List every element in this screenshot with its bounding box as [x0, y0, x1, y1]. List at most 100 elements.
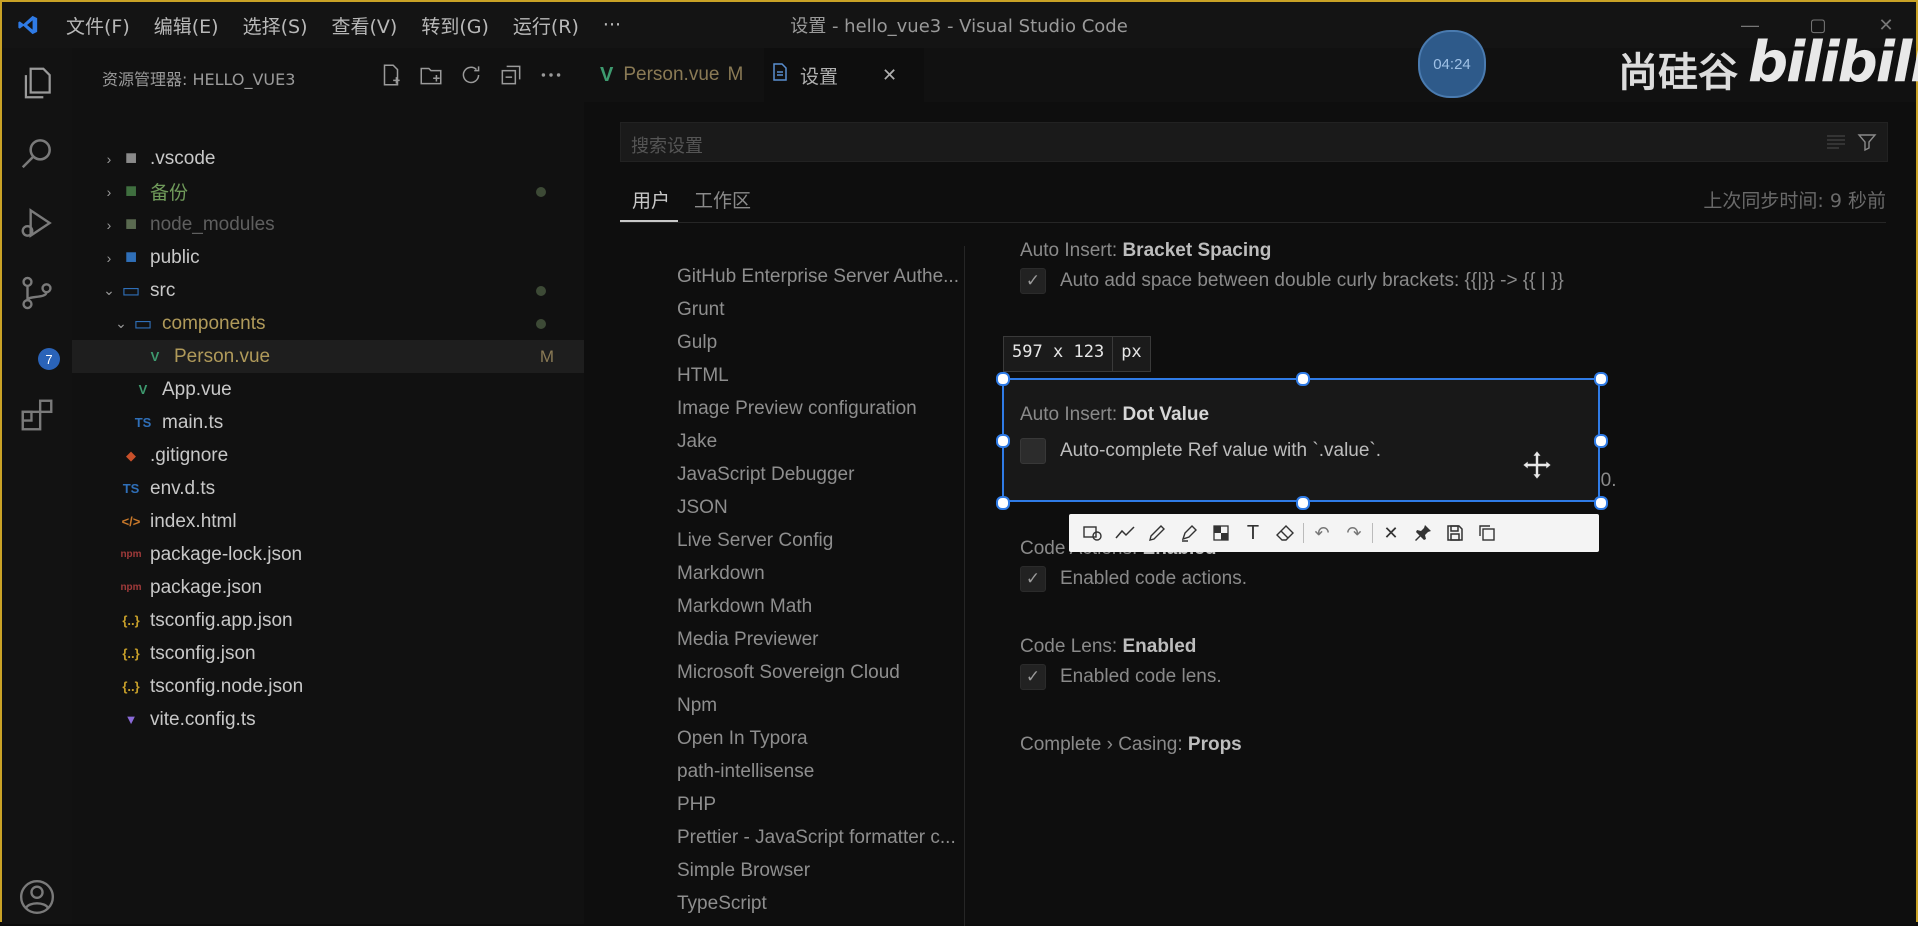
toc-item[interactable]: Live Server Config [677, 530, 967, 552]
tree-item[interactable]: TS env.d.ts [72, 472, 584, 505]
resize-handle[interactable] [1296, 496, 1310, 510]
tree-item[interactable]: npm package.json [72, 571, 584, 604]
setting-checkbox[interactable]: ✓ [1020, 664, 1046, 690]
more-actions-icon[interactable] [538, 62, 564, 88]
resize-handle[interactable] [1594, 434, 1608, 448]
explorer-header: 资源管理器: HELLO_VUE3 [102, 70, 296, 89]
tree-item[interactable]: TS main.ts [72, 406, 584, 439]
resize-handle[interactable] [1594, 372, 1608, 386]
toc-item[interactable]: Jake [677, 431, 967, 453]
tab-settings[interactable]: 设置 ✕ [764, 48, 924, 102]
search-icon[interactable] [18, 134, 56, 172]
resize-handle[interactable] [996, 496, 1010, 510]
pin-icon[interactable] [1407, 517, 1439, 549]
toc-item[interactable]: Grunt [677, 299, 967, 321]
scope-tab-user[interactable]: 用户 [632, 186, 670, 213]
typescript-file-icon: TS [122, 481, 140, 496]
tree-item-label: package-lock.json [150, 543, 303, 565]
resize-handle[interactable] [996, 434, 1010, 448]
menu-file[interactable]: 文件(F) [66, 12, 130, 39]
toc-item[interactable]: Media Previewer [677, 629, 967, 651]
run-debug-icon[interactable] [18, 204, 56, 242]
account-icon[interactable] [18, 878, 56, 916]
toc-item[interactable]: path-intellisense [677, 761, 967, 783]
tab-close-icon[interactable]: ✕ [882, 65, 897, 86]
highlighter-tool-icon[interactable] [1173, 517, 1205, 549]
tree-item-label: App.vue [162, 378, 232, 400]
tree-item[interactable]: {..} tsconfig.app.json [72, 604, 584, 637]
clear-filter-icon[interactable] [1825, 133, 1847, 151]
setting-checkbox[interactable]: ✓ [1020, 566, 1046, 592]
pencil-tool-icon[interactable] [1141, 517, 1173, 549]
toc-item[interactable]: Markdown [677, 563, 967, 585]
source-control-icon[interactable] [18, 274, 56, 312]
tree-item[interactable]: ⌄ ▭ src [72, 274, 584, 307]
capture-selection-box[interactable]: Auto Insert: Dot Value Auto-complete Ref… [1002, 378, 1600, 502]
toc-item[interactable]: JSON [677, 497, 967, 519]
tree-item[interactable]: {..} tsconfig.json [72, 637, 584, 670]
toc-item[interactable]: GitHub Enterprise Server Authe... [677, 266, 967, 288]
recording-timer: 04:24 [1418, 30, 1486, 98]
menu-edit[interactable]: 编辑(E) [154, 12, 219, 39]
redo-icon[interactable]: ↷ [1338, 517, 1370, 549]
tree-item[interactable]: › ■ node_modules [72, 208, 584, 241]
new-folder-icon[interactable] [418, 62, 444, 88]
toc-item[interactable]: Markdown Math [677, 596, 967, 618]
menu-run[interactable]: 运行(R) [513, 12, 579, 39]
extensions-icon[interactable] [18, 396, 56, 434]
shape-tool-icon[interactable] [1077, 517, 1109, 549]
tree-item[interactable]: › ■ .vscode [72, 142, 584, 175]
scope-tab-workspace[interactable]: 工作区 [694, 186, 751, 213]
toc-item[interactable]: Gulp [677, 332, 967, 354]
setting-checkbox[interactable]: ✓ [1020, 268, 1046, 294]
chevron-down-icon: ⌄ [103, 282, 115, 298]
menu-selection[interactable]: 选择(S) [243, 12, 308, 39]
new-file-icon[interactable] [378, 62, 404, 88]
tree-item[interactable]: npm package-lock.json [72, 538, 584, 571]
text-tool-icon[interactable]: T [1237, 517, 1269, 549]
tree-item-label: .gitignore [150, 444, 229, 466]
toc-item[interactable]: TypeScript [677, 893, 967, 915]
filter-icon[interactable] [1857, 132, 1877, 152]
tree-item[interactable]: ▼ vite.config.ts [72, 703, 584, 736]
tree-item[interactable]: › ■ 备份 [72, 175, 584, 208]
tab-person-vue[interactable]: V Person.vue M [600, 48, 750, 102]
tree-item[interactable]: ⌄ ▭ components [72, 307, 584, 340]
tree-item[interactable]: ◆ .gitignore [72, 439, 584, 472]
dot-value-checkbox[interactable] [1020, 438, 1046, 464]
typescript-file-icon: TS [134, 415, 152, 430]
tree-item[interactable]: V App.vue [72, 373, 584, 406]
tree-item[interactable]: {..} tsconfig.node.json [72, 670, 584, 703]
cancel-capture-icon[interactable]: ✕ [1375, 517, 1407, 549]
eraser-tool-icon[interactable] [1269, 517, 1301, 549]
tree-item[interactable]: › ■ public [72, 241, 584, 274]
save-icon[interactable] [1439, 517, 1471, 549]
tree-item[interactable]: V Person.vue M [72, 340, 584, 373]
menu-go[interactable]: 转到(G) [421, 12, 489, 39]
toc-item[interactable]: Open In Typora [677, 728, 967, 750]
explorer-icon[interactable] [18, 64, 56, 102]
toc-item[interactable]: JavaScript Debugger [677, 464, 967, 486]
settings-search-input[interactable]: 搜索设置 [620, 122, 1888, 162]
refresh-icon[interactable] [458, 62, 484, 88]
resize-handle[interactable] [996, 372, 1010, 386]
toc-item[interactable]: Image Preview configuration [677, 398, 967, 420]
tree-item-label: .vscode [150, 147, 216, 169]
toc-item[interactable]: PHP [677, 794, 967, 816]
resize-handle[interactable] [1594, 496, 1608, 510]
scm-count-badge: 7 [38, 348, 60, 370]
collapse-all-icon[interactable] [498, 62, 524, 88]
line-tool-icon[interactable] [1109, 517, 1141, 549]
menu-view[interactable]: 查看(V) [332, 12, 398, 39]
toc-item[interactable]: Npm [677, 695, 967, 717]
undo-icon[interactable]: ↶ [1306, 517, 1338, 549]
menu-more[interactable]: ··· [603, 14, 621, 36]
resize-handle[interactable] [1296, 372, 1310, 386]
toc-item[interactable]: Simple Browser [677, 860, 967, 882]
tree-item[interactable]: </> index.html [72, 505, 584, 538]
toc-item[interactable]: Microsoft Sovereign Cloud [677, 662, 967, 684]
toc-item[interactable]: HTML [677, 365, 967, 387]
mosaic-tool-icon[interactable] [1205, 517, 1237, 549]
toc-item[interactable]: Prettier - JavaScript formatter c... [677, 827, 967, 849]
copy-icon[interactable] [1471, 517, 1503, 549]
